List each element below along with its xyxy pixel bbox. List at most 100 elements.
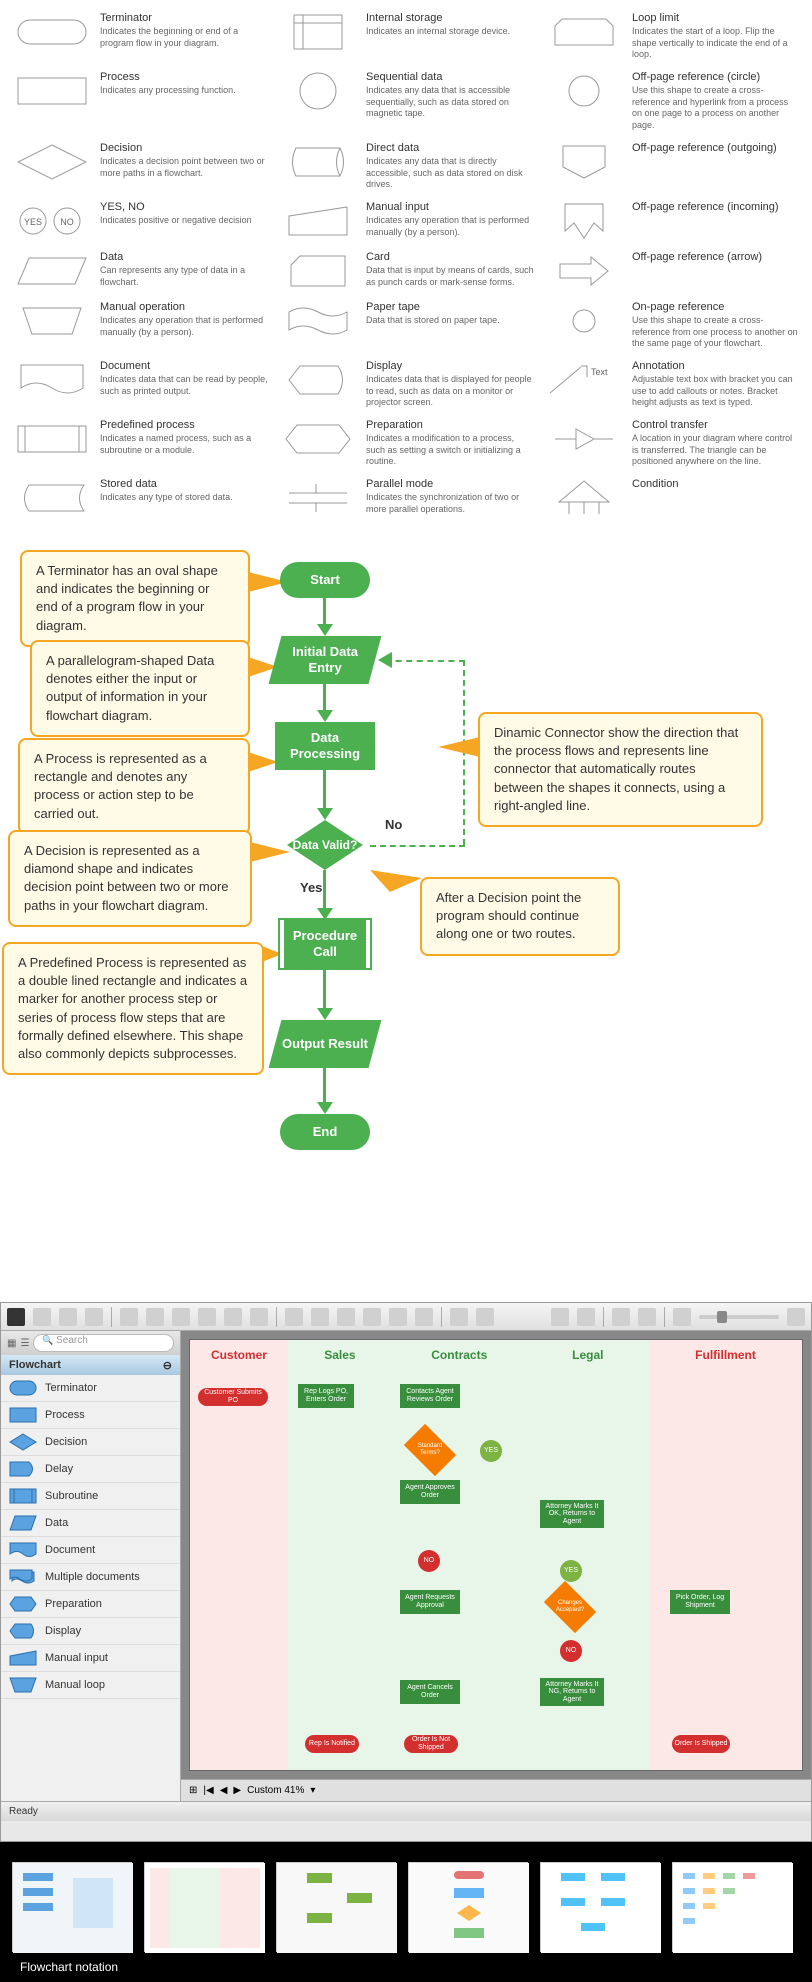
label-no: No (385, 817, 402, 832)
sidebar-item-terminator[interactable]: Terminator (1, 1375, 180, 1402)
sidebar-item-manual-input[interactable]: Manual input (1, 1645, 180, 1672)
tool-icon[interactable] (85, 1308, 103, 1326)
zoom-slider[interactable] (699, 1315, 779, 1319)
thumbnail[interactable] (672, 1862, 792, 1952)
node-attorney2: Attorney Marks It NG, Returns to Agent (540, 1678, 604, 1706)
shape-manual-input: Manual inputIndicates any operation that… (278, 197, 534, 245)
callout-data: A parallelogram-shaped Data denotes eith… (30, 640, 250, 737)
sidebar-item-data[interactable]: Data (1, 1510, 180, 1537)
tool-icon[interactable] (476, 1308, 494, 1326)
pointer-tool-icon[interactable] (7, 1308, 25, 1326)
shape-offpage-circle: Off-page reference (circle)Use this shap… (544, 67, 800, 136)
thumbnail[interactable] (540, 1862, 660, 1952)
collapse-icon[interactable]: ⊖ (163, 1359, 172, 1372)
zoom-icon[interactable] (787, 1308, 805, 1326)
manual-operation-icon (12, 301, 92, 341)
callout-process: A Process is represented as a rectangle … (18, 738, 250, 835)
paper-tape-icon (278, 301, 358, 341)
view-toggle-icon[interactable]: ▦ (7, 1338, 16, 1349)
node-notified: Rep Is Notified (305, 1735, 359, 1753)
node-submit: Customer Submits PO (198, 1388, 268, 1406)
nav-next-icon[interactable]: ▶ (233, 1785, 241, 1796)
tool-icon[interactable] (415, 1308, 433, 1326)
tool-icon[interactable] (450, 1308, 468, 1326)
tool-icon[interactable] (612, 1308, 630, 1326)
yes-no-icon: YES NO (12, 201, 92, 241)
node-approves: Agent Approves Order (400, 1480, 460, 1504)
sidebar-item-preparation[interactable]: Preparation (1, 1591, 180, 1618)
zoom-out-icon[interactable] (577, 1308, 595, 1326)
main-toolbar (1, 1303, 811, 1331)
thumbnail[interactable] (276, 1862, 396, 1952)
tool-icon[interactable] (363, 1308, 381, 1326)
zoom-icon[interactable] (673, 1308, 691, 1326)
display-icon (9, 1622, 37, 1640)
shape-document: DocumentIndicates data that can be read … (12, 356, 268, 413)
flowchart-example: A Terminator has an oval shape and indic… (0, 542, 812, 1302)
nav-first-icon[interactable]: |◀ (203, 1785, 213, 1796)
shape-onpage-ref: On-page referenceUse this shape to creat… (544, 297, 800, 354)
tool-icon[interactable] (120, 1308, 138, 1326)
dropdown-icon[interactable]: ▾ (310, 1785, 315, 1796)
terminator-icon (12, 12, 92, 52)
terminator-icon (9, 1379, 37, 1397)
sidebar-item-process[interactable]: Process (1, 1402, 180, 1429)
decision-icon (12, 142, 92, 182)
shape-reference-grid: TerminatorIndicates the beginning or end… (0, 0, 812, 542)
svg-text:YES: YES (24, 217, 42, 227)
tool-icon[interactable] (224, 1308, 242, 1326)
shape-offpage-arrow: Off-page reference (arrow) (544, 247, 800, 295)
search-input[interactable]: 🔍 Search (33, 1334, 174, 1352)
shape-process: ProcessIndicates any processing function… (12, 67, 268, 136)
process-icon (9, 1406, 37, 1424)
process-icon (12, 71, 92, 111)
offpage-incoming-icon (544, 201, 624, 241)
sidebar-item-decision[interactable]: Decision (1, 1429, 180, 1456)
label-yes: Yes (300, 880, 322, 895)
svg-text:Text: Text (591, 367, 608, 377)
tool-icon[interactable] (59, 1308, 77, 1326)
sidebar-item-display[interactable]: Display (1, 1618, 180, 1645)
node-cancels: Agent Cancels Order (400, 1680, 460, 1704)
tool-icon[interactable] (311, 1308, 329, 1326)
tool-icon[interactable] (389, 1308, 407, 1326)
tool-icon[interactable] (172, 1308, 190, 1326)
thumbnail[interactable] (144, 1862, 264, 1952)
node-yes: YES (480, 1440, 502, 1462)
tool-icon[interactable] (146, 1308, 164, 1326)
sidebar-item-manual-loop[interactable]: Manual loop (1, 1672, 180, 1699)
callout-afterdecision: After a Decision point the program shoul… (420, 877, 620, 956)
flow-procedure: Procedure Call (280, 920, 370, 968)
nav-prev-icon[interactable]: ◀ (220, 1785, 228, 1796)
panel-title[interactable]: Flowchart⊖ (1, 1355, 180, 1375)
shape-control-transfer: Control transferA location in your diagr… (544, 415, 800, 472)
tool-icon[interactable] (285, 1308, 303, 1326)
node-attorney1: Attorney Marks It OK, Returns to Agent (540, 1500, 604, 1528)
nav-icon[interactable]: ⊞ (189, 1785, 197, 1796)
thumbnail[interactable] (12, 1862, 132, 1952)
sidebar-item-subroutine[interactable]: Subroutine (1, 1483, 180, 1510)
shape-card: CardData that is input by means of cards… (278, 247, 534, 295)
canvas-area[interactable]: Customer Sales Contracts Legal Fulfillme… (181, 1331, 811, 1801)
tool-icon[interactable] (33, 1308, 51, 1326)
sidebar-item-multiple-docs[interactable]: Multiple documents (1, 1564, 180, 1591)
document-icon (12, 360, 92, 400)
offpage-circle-icon (544, 71, 624, 111)
tool-icon[interactable] (638, 1308, 656, 1326)
callout-decision: A Decision is represented as a diamond s… (8, 830, 252, 927)
thumbnail[interactable] (408, 1862, 528, 1952)
shape-desc: Indicates the beginning or end of a prog… (100, 26, 268, 49)
zoom-in-icon[interactable] (551, 1308, 569, 1326)
document-icon (9, 1541, 37, 1559)
subroutine-icon (9, 1487, 37, 1505)
sidebar-item-delay[interactable]: Delay (1, 1456, 180, 1483)
tool-icon[interactable] (250, 1308, 268, 1326)
sidebar-item-document[interactable]: Document (1, 1537, 180, 1564)
svg-text:NO: NO (60, 217, 74, 227)
tool-icon[interactable] (337, 1308, 355, 1326)
delay-icon (9, 1460, 37, 1478)
view-toggle-icon[interactable]: ☰ (20, 1338, 29, 1349)
tool-icon[interactable] (198, 1308, 216, 1326)
data-icon (12, 251, 92, 291)
sidebar-header: ▦ ☰ 🔍 Search (1, 1331, 180, 1355)
